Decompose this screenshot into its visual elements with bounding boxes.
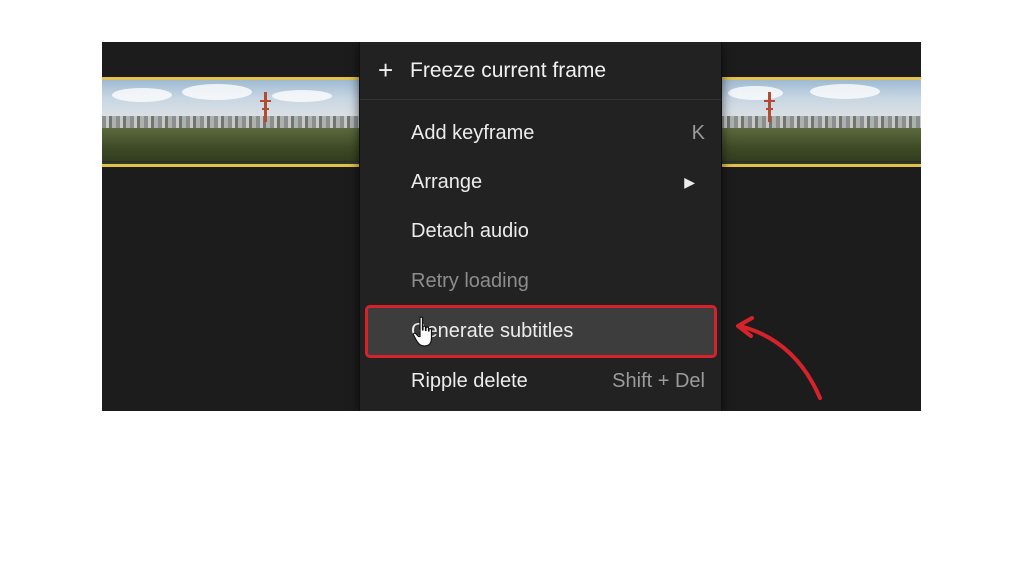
- clip-context-menu: + Freeze current frame Add keyframe K Ar…: [359, 42, 722, 411]
- menu-item-label: Retry loading: [411, 269, 529, 292]
- curved-arrow-icon: [736, 316, 822, 400]
- hand-pointer-icon: [412, 316, 433, 347]
- menu-item-label: Ripple delete: [411, 369, 528, 392]
- menu-item-label: Add keyframe: [411, 121, 535, 144]
- plus-icon: +: [378, 54, 394, 85]
- menu-item-shortcut: Shift + Del: [612, 369, 705, 392]
- menu-item-shortcut: K: [691, 121, 705, 144]
- retry-loading-menu-item: Retry loading: [360, 258, 721, 304]
- menu-item-label: Arrange: [411, 170, 483, 193]
- detach-audio-menu-item[interactable]: Detach audio: [360, 208, 721, 254]
- video-clip-left[interactable]: [102, 77, 360, 167]
- chevron-right-icon: ▶: [684, 173, 695, 190]
- freeze-frame-menu-item[interactable]: + Freeze current frame: [360, 42, 721, 100]
- add-keyframe-menu-item[interactable]: Add keyframe K: [360, 110, 721, 156]
- arrange-menu-item[interactable]: Arrange ▶: [360, 159, 721, 205]
- video-clip-right[interactable]: [720, 77, 921, 167]
- menu-item-label: Freeze current frame: [410, 58, 607, 82]
- generate-subtitles-menu-item[interactable]: Generate subtitles: [365, 305, 717, 358]
- ripple-delete-menu-item[interactable]: Ripple delete Shift + Del: [360, 358, 721, 404]
- menu-item-label: Detach audio: [411, 219, 529, 242]
